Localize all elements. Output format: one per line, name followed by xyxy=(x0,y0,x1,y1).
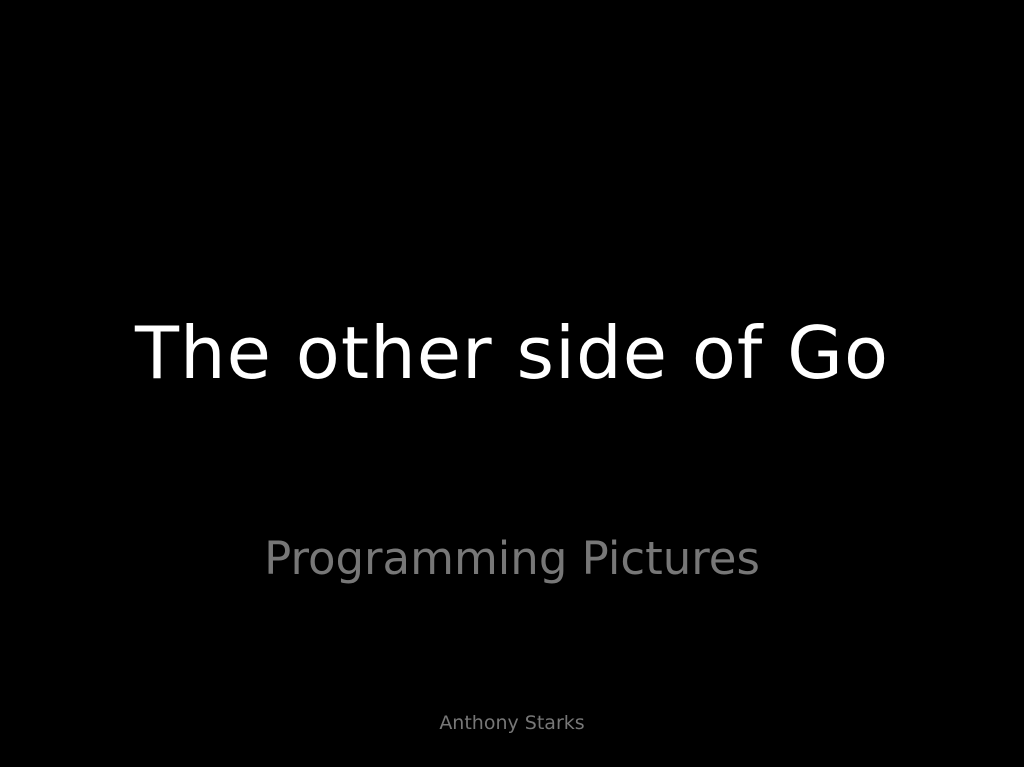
slide-author: Anthony Starks xyxy=(439,712,585,734)
presentation-slide: The other side of Go Programming Picture… xyxy=(0,0,1024,767)
slide-title: The other side of Go xyxy=(134,311,890,395)
slide-subtitle: Programming Pictures xyxy=(264,532,760,585)
